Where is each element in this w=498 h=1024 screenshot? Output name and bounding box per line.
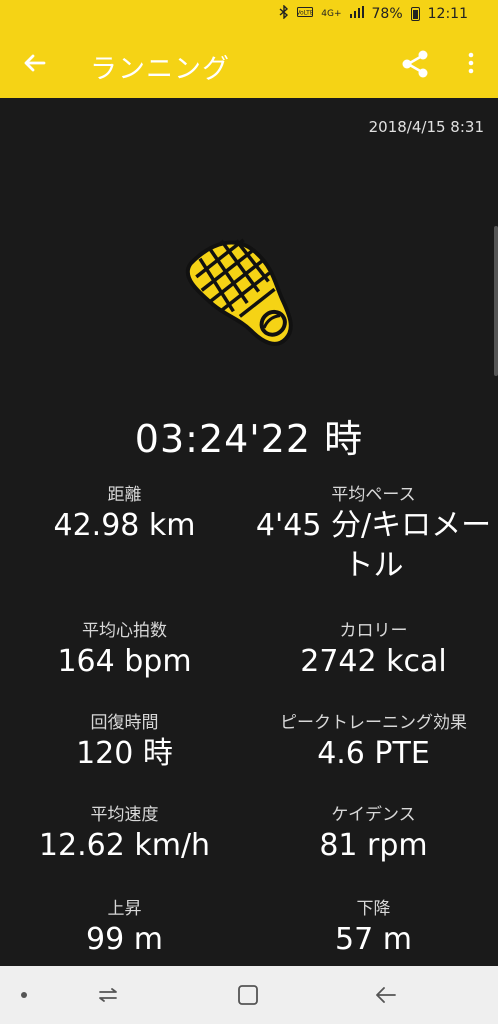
stat-value: 12.62 km/h (38, 828, 211, 863)
stat-value: 120 時 (76, 736, 173, 771)
svg-text:VoLTE: VoLTE (297, 10, 313, 17)
recent-apps-icon[interactable] (96, 983, 120, 1007)
back-icon[interactable] (374, 983, 398, 1007)
stat-recovery-time: 回復時間 120 時 (0, 708, 249, 774)
stat-label: 平均心拍数 (82, 621, 167, 641)
clock: 12:11 (427, 5, 468, 22)
stat-value: 42.98 km (53, 508, 196, 543)
share-icon[interactable] (398, 47, 432, 81)
stat-peak-training-effect: ピークトレーニング効果 4.6 PTE (249, 708, 498, 774)
dot-indicator-icon (21, 992, 27, 998)
status-bar: VoLTE 4G+ 78% 12:11 (0, 0, 498, 30)
more-vert-icon[interactable] (460, 50, 482, 76)
bluetooth-icon (279, 4, 289, 22)
stat-value: 2742 kcal (300, 644, 447, 679)
stat-value: 57 m (335, 922, 412, 957)
stat-label: 上昇 (107, 899, 142, 919)
stat-label: 平均速度 (90, 805, 159, 825)
workout-date: 2018/4/15 8:31 (368, 118, 484, 136)
running-shoe-icon (178, 226, 318, 356)
stat-value: 164 bpm (57, 644, 192, 679)
stat-value: 99 m (86, 922, 163, 957)
battery-percent: 78% (371, 5, 403, 22)
volte-icon: VoLTE (297, 6, 314, 21)
stat-descent: 下降 57 m (249, 894, 498, 960)
network-type: 4G+ (321, 8, 342, 19)
stat-value: 4.6 PTE (317, 736, 430, 771)
stat-label: ケイデンス (331, 805, 416, 825)
workout-detail: 2018/4/15 8:31 03:24'22 時 距離 42.98 km 平均… (0, 98, 498, 966)
stat-distance: 距離 42.98 km (0, 480, 249, 546)
scrollbar[interactable] (494, 226, 498, 376)
page-title: ランニング (90, 54, 230, 85)
stat-avg-heart-rate: 平均心拍数 164 bpm (0, 616, 249, 682)
stat-label: ピークトレーニング効果 (280, 713, 467, 733)
stat-label: カロリー (339, 621, 408, 641)
signal-icon (349, 6, 364, 21)
stat-label: 回復時間 (90, 713, 159, 733)
stat-avg-pace: 平均ペース 4'45 分/キロメートル (249, 480, 498, 586)
back-arrow-icon[interactable] (20, 48, 50, 78)
stat-ascent: 上昇 99 m (0, 894, 249, 960)
stat-label: 距離 (107, 485, 142, 505)
stat-label: 平均ペース (331, 485, 416, 505)
stat-value: 81 rpm (319, 828, 428, 863)
battery-icon (410, 6, 420, 21)
app-bar: ランニング (0, 30, 498, 98)
stat-avg-speed: 平均速度 12.62 km/h (0, 800, 249, 866)
system-nav-bar (0, 966, 498, 1024)
stat-calories: カロリー 2742 kcal (249, 616, 498, 682)
stat-cadence: ケイデンス 81 rpm (249, 800, 498, 866)
stat-label: 下降 (356, 899, 391, 919)
stat-value: 4'45 分/キロメートル (255, 508, 492, 583)
home-icon[interactable] (236, 983, 260, 1007)
workout-duration: 03:24'22 時 (134, 417, 364, 461)
